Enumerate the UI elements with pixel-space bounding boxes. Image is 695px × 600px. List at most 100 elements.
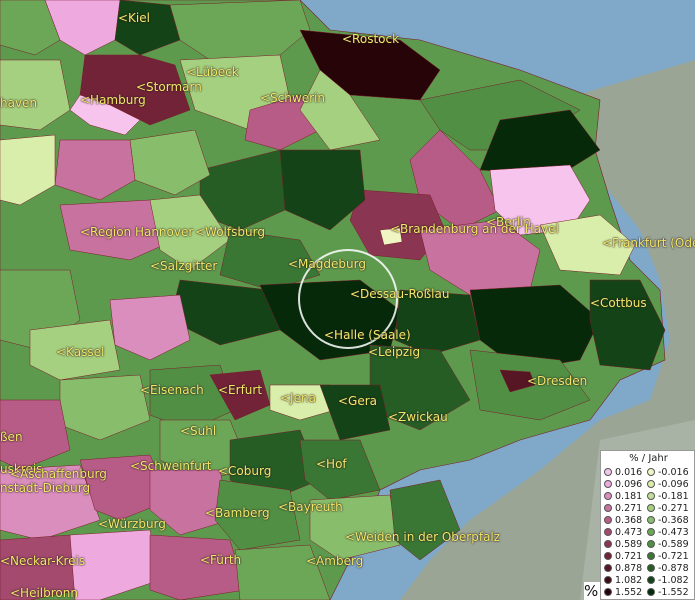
place-label[interactable]: <Bayreuth — [278, 500, 343, 514]
place-label[interactable]: nstadt-Dieburg — [0, 481, 90, 495]
place-label[interactable]: <Wolfsburg — [195, 225, 265, 239]
place-label[interactable]: <Eisenach — [140, 383, 204, 397]
place-label[interactable]: <Stormarn — [136, 80, 202, 94]
legend-item-negative: -0.271 — [647, 503, 689, 515]
legend-value: 0.271 — [615, 503, 643, 514]
place-label[interactable]: <Magdeburg — [288, 257, 366, 271]
place-label[interactable]: <Leipzig — [368, 345, 420, 359]
legend-value: 0.096 — [615, 479, 643, 490]
percent-label: % — [584, 582, 600, 600]
place-label[interactable]: <Würzburg — [98, 517, 166, 531]
place-label[interactable]: <Jena — [280, 391, 316, 405]
place-label[interactable]: <Aschaffenburg — [10, 467, 107, 481]
legend-swatch — [647, 468, 655, 476]
legend-item-negative: -0.096 — [647, 479, 689, 491]
map-legend: % / Jahr 0.016 -0.016 0.096 -0.096 0.181 -0.1… — [600, 450, 695, 600]
place-label[interactable]: <Suhl — [180, 424, 216, 438]
legend-swatch — [604, 552, 612, 560]
place-label[interactable]: <Region Hannover — [80, 225, 193, 239]
place-label[interactable]: <Zwickau — [388, 410, 448, 424]
place-label[interactable]: <Gera — [338, 394, 377, 408]
place-label[interactable]: <Coburg — [218, 464, 271, 478]
place-label[interactable]: <Frankfurt (Ode — [602, 236, 695, 250]
place-label[interactable]: <Hamburg — [80, 93, 146, 107]
legend-item-positive: 0.589 — [604, 539, 642, 551]
legend-swatch — [604, 576, 612, 584]
legend-value: 0.878 — [615, 563, 643, 574]
place-label[interactable]: <Heilbronn — [10, 586, 78, 600]
legend-value: -0.368 — [658, 515, 689, 526]
legend-item-positive: 0.878 — [604, 563, 642, 575]
legend-swatch — [604, 516, 612, 524]
legend-value: -1.552 — [658, 587, 689, 598]
place-label[interactable]: haven — [0, 96, 37, 110]
place-label[interactable]: <Kassel — [56, 345, 104, 359]
legend-swatch — [604, 480, 612, 488]
legend-item-negative: -0.589 — [647, 539, 689, 551]
legend-item-negative: -1.552 — [647, 587, 689, 599]
legend-swatch — [604, 528, 612, 536]
legend-value: 0.473 — [615, 527, 643, 538]
legend-item-positive: 1.552 — [604, 587, 642, 599]
place-label[interactable]: <Bamberg — [205, 506, 270, 520]
place-label[interactable]: <Dresden — [527, 374, 587, 388]
legend-swatch — [604, 504, 612, 512]
legend-value: 0.589 — [615, 539, 643, 550]
place-label[interactable]: <Salzgitter — [150, 259, 217, 273]
legend-item-positive: 1.082 — [604, 575, 642, 587]
place-label[interactable]: <Neckar-Kreis — [0, 554, 85, 568]
legend-value: -0.096 — [658, 479, 689, 490]
legend-swatch — [647, 576, 655, 584]
legend-swatch — [604, 564, 612, 572]
legend-item-negative: -1.082 — [647, 575, 689, 587]
legend-item-positive: 0.721 — [604, 551, 642, 563]
legend-item-negative: -0.721 — [647, 551, 689, 563]
place-label[interactable]: ßen — [0, 430, 23, 444]
place-label[interactable]: <Cottbus — [590, 296, 647, 310]
legend-item-positive: 0.368 — [604, 515, 642, 527]
legend-swatch — [604, 468, 612, 476]
legend-swatch — [647, 480, 655, 488]
legend-value: 1.082 — [615, 575, 643, 586]
legend-item-negative: -0.181 — [647, 491, 689, 503]
place-label[interactable]: <Amberg — [306, 554, 363, 568]
legend-item-positive: 0.016 — [604, 467, 642, 479]
place-label[interactable]: <Rostock — [342, 32, 399, 46]
place-label[interactable]: <Dessau-Roßlau — [350, 287, 449, 301]
place-label[interactable]: <Schweinfurt — [130, 459, 211, 473]
legend-swatch — [647, 552, 655, 560]
legend-value: 1.552 — [615, 587, 643, 598]
legend-value: -0.181 — [658, 491, 689, 502]
place-label[interactable]: <Schwerin — [260, 91, 325, 105]
legend-value: -0.473 — [658, 527, 689, 538]
legend-swatch — [647, 588, 655, 596]
legend-swatch — [647, 564, 655, 572]
legend-value: -0.721 — [658, 551, 689, 562]
legend-swatch — [647, 540, 655, 548]
place-label[interactable]: <Hof — [316, 457, 347, 471]
legend-item-negative: -0.878 — [647, 563, 689, 575]
legend-swatch — [604, 540, 612, 548]
legend-swatch — [647, 528, 655, 536]
legend-value: 0.368 — [615, 515, 643, 526]
legend-swatch — [647, 492, 655, 500]
legend-item-positive: 0.096 — [604, 479, 642, 491]
place-label[interactable]: <Fürth — [200, 553, 241, 567]
place-label[interactable]: <Lübeck — [186, 65, 239, 79]
legend-item-positive: 0.181 — [604, 491, 642, 503]
place-label[interactable]: <Weiden in der Oberpfalz — [345, 530, 500, 544]
legend-swatch — [647, 504, 655, 512]
legend-value: 0.721 — [615, 551, 643, 562]
legend-swatch — [647, 516, 655, 524]
legend-value: -1.082 — [658, 575, 689, 586]
legend-value: -0.016 — [658, 467, 689, 478]
legend-value: 0.016 — [615, 467, 643, 478]
legend-item-negative: -0.368 — [647, 515, 689, 527]
legend-value: 0.181 — [615, 491, 643, 502]
legend-item-positive: 0.271 — [604, 503, 642, 515]
place-label[interactable]: <Brandenburg an der Havel — [390, 222, 559, 236]
place-label[interactable]: <Erfurt — [218, 383, 262, 397]
place-label[interactable]: <Halle (Saale) — [324, 328, 411, 342]
place-label[interactable]: <Kiel — [118, 11, 150, 25]
legend-swatch — [604, 492, 612, 500]
